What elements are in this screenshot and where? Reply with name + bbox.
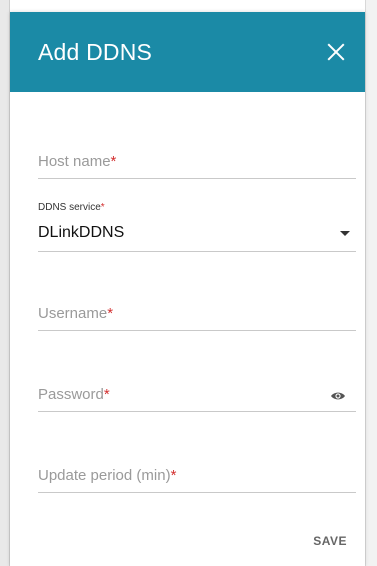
password-field[interactable]: Password*	[38, 362, 356, 412]
save-button[interactable]: SAVE	[313, 534, 347, 548]
eye-icon[interactable]	[330, 391, 346, 401]
required-mark: *	[170, 467, 177, 484]
ddns-form: Host name* DDNS service* DLinkDDNS Usern…	[10, 141, 365, 493]
update-period-field[interactable]: Update period (min)*	[38, 443, 356, 493]
dialog-header: Add DDNS	[10, 12, 365, 92]
ddns-service-select[interactable]: DDNS service* DLinkDDNS	[38, 202, 356, 252]
required-mark: *	[100, 202, 105, 213]
add-ddns-dialog: Add DDNS Host name* DDNS service* DLinkD…	[10, 12, 365, 566]
ddns-service-label: DDNS service*	[38, 202, 105, 213]
close-icon[interactable]	[321, 37, 351, 67]
required-mark: *	[103, 386, 110, 403]
host-name-field[interactable]: Host name*	[38, 141, 356, 179]
chevron-down-icon[interactable]	[340, 231, 350, 236]
username-placeholder: Username*	[38, 305, 114, 322]
dialog-title: Add DDNS	[38, 38, 153, 65]
backdrop-right	[365, 0, 377, 566]
screen: Add DDNS Host name* DDNS service* DLinkD…	[0, 0, 377, 566]
backdrop-left	[0, 0, 10, 566]
required-mark: *	[107, 305, 114, 322]
required-mark: *	[110, 153, 117, 170]
update-period-placeholder: Update period (min)*	[38, 467, 177, 484]
host-name-placeholder: Host name*	[38, 153, 117, 170]
username-field[interactable]: Username*	[38, 281, 356, 331]
ddns-service-value: DLinkDDNS	[38, 224, 125, 241]
password-placeholder: Password*	[38, 386, 110, 403]
